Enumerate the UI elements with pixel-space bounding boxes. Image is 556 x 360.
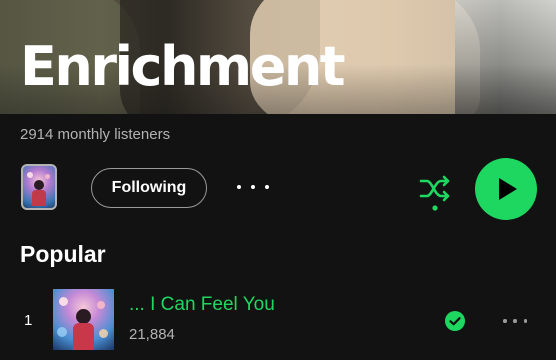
monthly-listeners: 2914 monthly listeners <box>20 126 171 143</box>
play-button[interactable] <box>475 158 537 220</box>
artist-pick-thumbnail[interactable] <box>21 164 57 210</box>
artist-name: Enrichment <box>20 35 346 98</box>
track-play-count: 21,884 <box>129 326 175 343</box>
track-row[interactable]: 1 ... I Can Feel You 21,884 <box>0 286 556 352</box>
track-cover-art <box>53 289 114 350</box>
shuffle-icon[interactable] <box>417 172 453 214</box>
check-circle-icon[interactable] <box>445 311 465 331</box>
track-more-options-icon[interactable] <box>503 316 527 326</box>
track-rank: 1 <box>24 312 33 329</box>
following-button[interactable]: Following <box>91 168 207 208</box>
track-title: ... I Can Feel You <box>129 294 275 315</box>
more-options-icon[interactable] <box>237 176 269 198</box>
popular-section-title: Popular <box>20 241 106 267</box>
play-icon <box>499 178 517 200</box>
